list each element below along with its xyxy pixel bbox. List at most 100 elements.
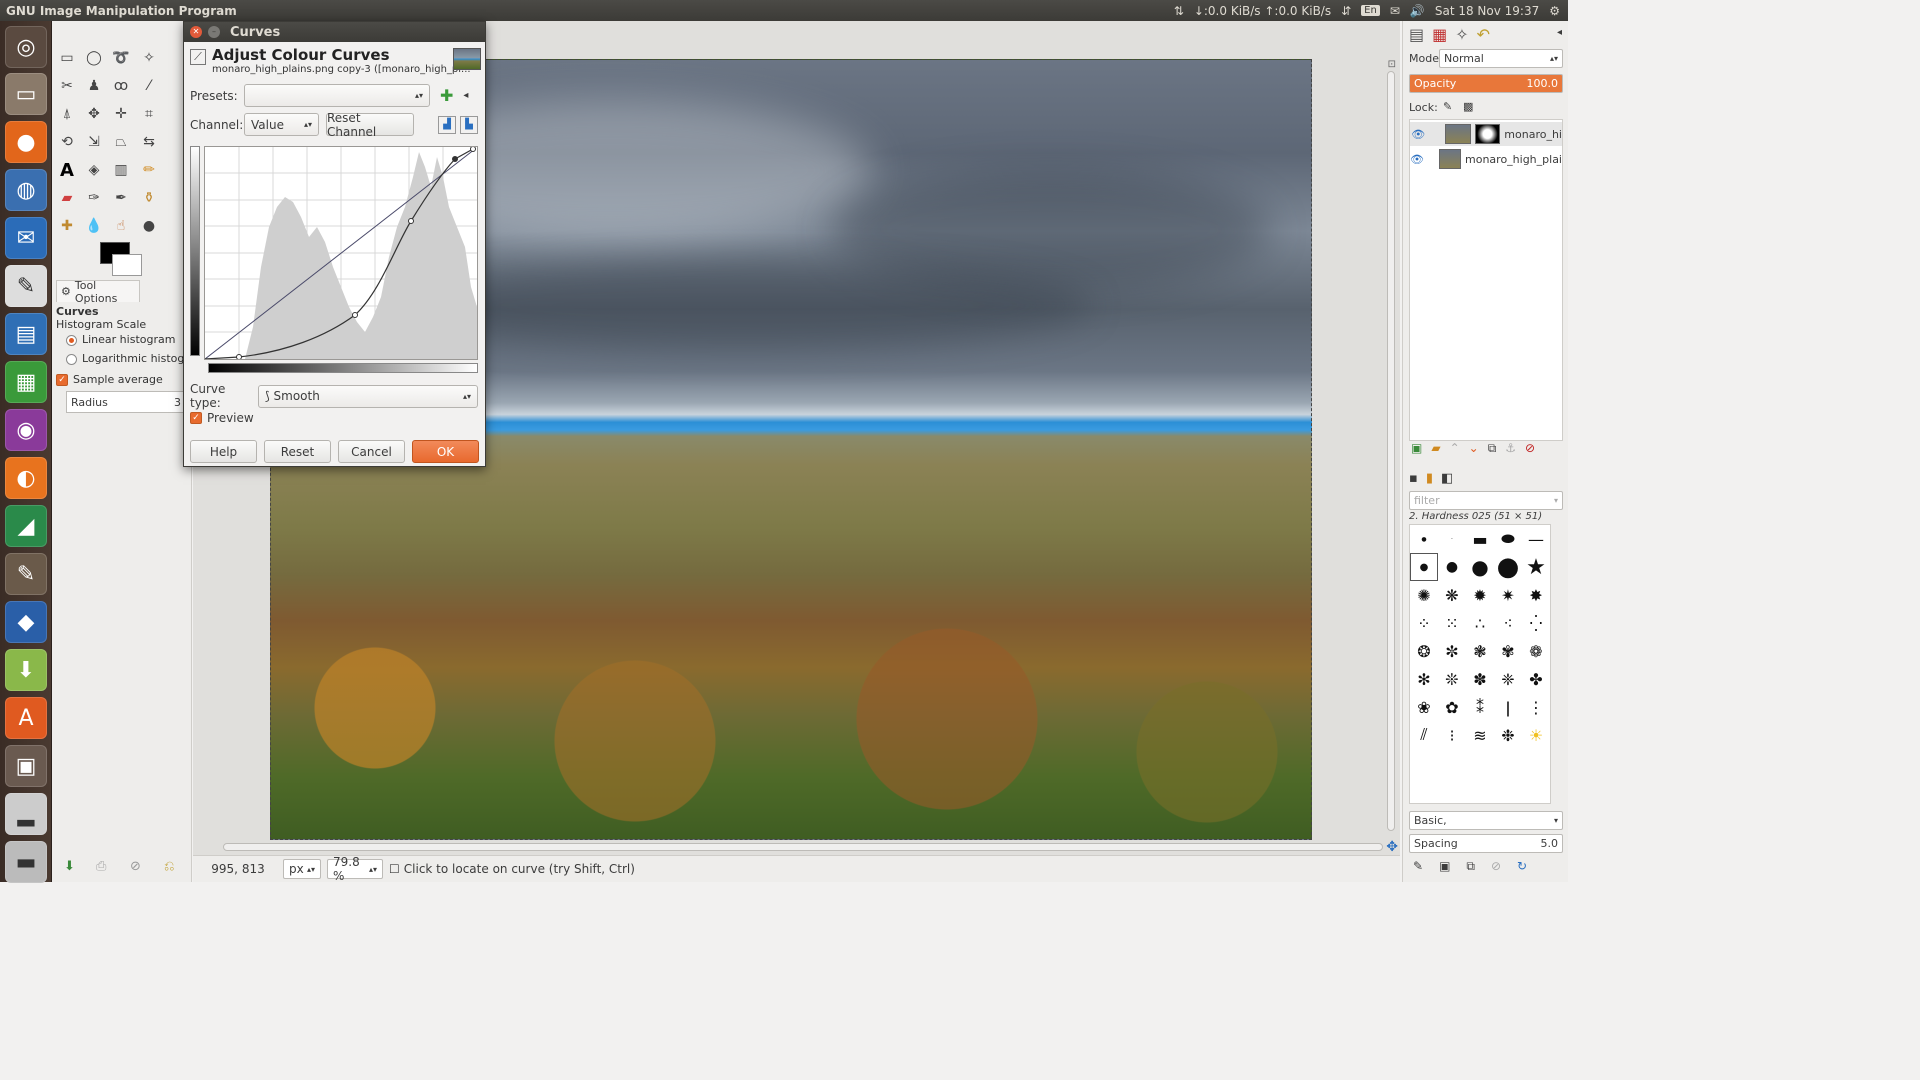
sample-average-checkbox[interactable]: ✓ Sample average bbox=[56, 373, 163, 386]
reset-channel-button[interactable]: Reset Channel bbox=[326, 111, 414, 139]
delete-brush-icon[interactable]: ⊘ bbox=[1491, 859, 1501, 874]
brush-item[interactable]: — bbox=[1522, 525, 1550, 553]
gimp-icon[interactable]: ✎ bbox=[5, 553, 47, 595]
background-color-swatch[interactable] bbox=[112, 254, 142, 276]
new-brush-icon[interactable]: ▣ bbox=[1439, 859, 1450, 874]
curve-point[interactable] bbox=[470, 146, 476, 152]
brush-item[interactable]: ✽ bbox=[1466, 665, 1494, 693]
network-icon[interactable]: ⇅ bbox=[1174, 4, 1184, 18]
brushes-tab-icon[interactable]: ▪ bbox=[1409, 471, 1418, 486]
brush-item[interactable]: ★ bbox=[1522, 553, 1550, 581]
gradients-tab-icon[interactable]: ◧ bbox=[1441, 471, 1453, 486]
duplicate-layer-icon[interactable]: ⧉ bbox=[1488, 441, 1497, 456]
horizontal-scrollbar[interactable] bbox=[223, 843, 1383, 851]
transfer-icon[interactable]: ⇵ bbox=[1341, 4, 1351, 18]
channel-combo[interactable]: Value ▴▾ bbox=[244, 113, 319, 136]
save-preset-icon[interactable]: ⬇ bbox=[64, 859, 75, 874]
layer-name[interactable]: monaro_high_plai bbox=[1465, 153, 1562, 166]
brush-item[interactable]: ✷ bbox=[1494, 581, 1522, 609]
brush-item[interactable]: ⁖ bbox=[1494, 609, 1522, 637]
lower-layer-icon[interactable]: ⌄ bbox=[1469, 441, 1479, 456]
presets-menu-icon[interactable]: ◂ bbox=[463, 90, 468, 101]
help-button[interactable]: Help bbox=[190, 440, 257, 463]
lasso-icon[interactable]: ➰ bbox=[110, 47, 132, 69]
text-editor-icon[interactable]: ✎ bbox=[5, 265, 47, 307]
ok-button[interactable]: OK bbox=[412, 440, 479, 463]
gradient-icon[interactable]: ▥ bbox=[110, 159, 132, 181]
brush-item[interactable]: ● bbox=[1494, 552, 1522, 582]
perspective-icon[interactable]: ⏢ bbox=[110, 131, 132, 153]
writer-icon[interactable]: ▤ bbox=[5, 313, 47, 355]
brush-item[interactable]: ∴ bbox=[1466, 609, 1494, 637]
color-picker-icon[interactable]: ⁄ bbox=[138, 75, 160, 97]
brush-item[interactable]: ⁑ bbox=[1466, 693, 1494, 721]
dodge-burn-icon[interactable]: ● bbox=[138, 215, 160, 237]
delete-preset-icon[interactable]: ⊘ bbox=[130, 859, 141, 874]
align-icon[interactable]: ✛ bbox=[110, 103, 132, 125]
preview-checkbox[interactable]: ✓ Preview bbox=[190, 411, 254, 425]
firefox-icon[interactable]: ● bbox=[5, 121, 47, 163]
brush-item[interactable]: ⬬ bbox=[1494, 525, 1522, 553]
text-tool-icon[interactable]: A bbox=[56, 159, 78, 181]
software-center-icon[interactable]: A bbox=[5, 697, 47, 739]
linear-histogram-icon[interactable]: ▟ bbox=[438, 115, 456, 134]
keyboard-language[interactable]: En bbox=[1361, 5, 1380, 16]
trash-icon[interactable]: ▬ bbox=[5, 841, 47, 883]
brush-item[interactable]: ✸ bbox=[1522, 581, 1550, 609]
brush-item[interactable]: ✻ bbox=[1410, 665, 1438, 693]
fuzzy-select-icon[interactable]: ✧ bbox=[138, 47, 160, 69]
duplicate-brush-icon[interactable]: ⧉ bbox=[1466, 859, 1475, 874]
curve-type-combo[interactable]: ⟆ Smooth ▴▾ bbox=[258, 384, 478, 408]
crop-icon[interactable]: ⌗ bbox=[138, 103, 160, 125]
pencil-icon[interactable]: ✏ bbox=[138, 159, 160, 181]
curve-point[interactable] bbox=[236, 354, 242, 360]
files-icon[interactable]: ▭ bbox=[5, 73, 47, 115]
brush-item[interactable]: ● bbox=[1466, 553, 1494, 581]
layer-row[interactable]: 👁 monaro_high_plai bbox=[1410, 147, 1562, 171]
reset-button[interactable]: Reset bbox=[264, 440, 331, 463]
brush-item[interactable]: ⁝ bbox=[1438, 721, 1466, 749]
browser-globe-icon[interactable]: ◍ bbox=[5, 169, 47, 211]
brush-item[interactable]: ❀ bbox=[1410, 693, 1438, 721]
curve-plot[interactable] bbox=[204, 146, 477, 360]
ellipse-select-icon[interactable]: ◯ bbox=[83, 47, 105, 69]
reset-options-icon[interactable]: ⎌ bbox=[164, 859, 174, 874]
radius-slider[interactable]: Radius 3 bbox=[66, 391, 186, 413]
opacity-slider[interactable]: Opacity 100.0 bbox=[1409, 74, 1563, 93]
eraser-icon[interactable]: ▰ bbox=[56, 187, 78, 209]
calc-icon[interactable]: ▦ bbox=[5, 361, 47, 403]
log-histogram-icon[interactable]: ▙ bbox=[460, 115, 478, 134]
brush-item[interactable]: ❁ bbox=[1522, 637, 1550, 665]
restore-preset-icon[interactable]: ⎙ bbox=[96, 859, 106, 874]
navigate-icon[interactable]: ✥ bbox=[1386, 839, 1398, 855]
rotate-icon[interactable]: ⟲ bbox=[56, 131, 78, 153]
curve-graph[interactable] bbox=[204, 146, 478, 360]
brush-item[interactable]: ❊ bbox=[1438, 665, 1466, 693]
dock-menu-icon[interactable]: ◂ bbox=[1557, 27, 1562, 38]
brush-item[interactable]: ⋮ bbox=[1522, 693, 1550, 721]
presets-combo[interactable]: ▴▾ bbox=[244, 84, 430, 107]
layer-name[interactable]: monaro_hi bbox=[1504, 128, 1562, 141]
patterns-tab-icon[interactable]: ▮ bbox=[1426, 471, 1433, 486]
refresh-brushes-icon[interactable]: ↻ bbox=[1517, 859, 1527, 874]
mode-select[interactable]: Normal ▴▾ bbox=[1439, 49, 1563, 68]
brush-item[interactable]: ⁛ bbox=[1522, 609, 1550, 637]
brush-item[interactable]: ⁙ bbox=[1438, 609, 1466, 637]
fish-app-icon[interactable]: ◆ bbox=[5, 601, 47, 643]
ink-icon[interactable]: ✒ bbox=[110, 187, 132, 209]
brush-filter-input[interactable]: filter ▾ bbox=[1409, 491, 1563, 510]
thunderbird-icon[interactable]: ✉ bbox=[5, 217, 47, 259]
delete-layer-icon[interactable]: ⊘ bbox=[1525, 441, 1535, 456]
brush-item[interactable]: ǀ bbox=[1494, 693, 1522, 721]
curve-point[interactable] bbox=[352, 312, 358, 318]
lock-pixels-icon[interactable]: ✎ bbox=[1443, 100, 1452, 113]
zoom-select[interactable]: 79.8 % ▴▾ bbox=[327, 855, 383, 883]
anchor-layer-icon[interactable]: ⚓ bbox=[1505, 441, 1516, 456]
flip-icon[interactable]: ⇆ bbox=[138, 131, 160, 153]
brush-item[interactable]: ● bbox=[1410, 553, 1438, 581]
ubuntu-dash-icon[interactable]: ◎ bbox=[5, 26, 47, 68]
network-speed[interactable]: ↓:0.0 KiB/s ↑:0.0 KiB/s bbox=[1194, 4, 1331, 18]
volume-icon[interactable]: 🔊 bbox=[1410, 4, 1425, 18]
scissors-icon[interactable]: ✂ bbox=[56, 75, 78, 97]
brush-item[interactable]: ✿ bbox=[1438, 693, 1466, 721]
